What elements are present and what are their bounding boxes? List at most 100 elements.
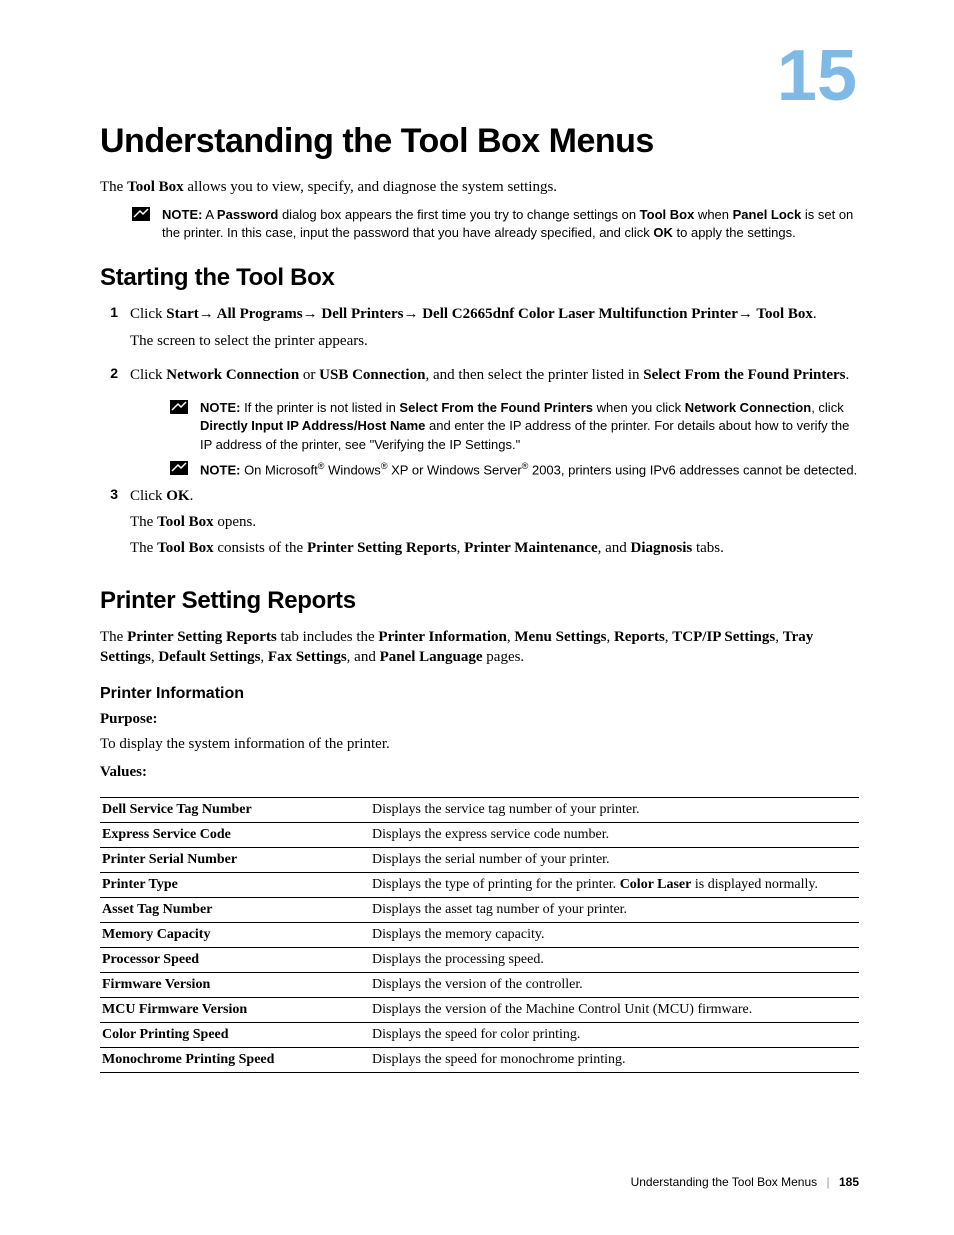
table-row: MCU Firmware VersionDisplays the version…	[100, 998, 859, 1023]
printer-info-table: Dell Service Tag NumberDisplays the serv…	[100, 797, 859, 1073]
table-key: Printer Type	[100, 873, 370, 898]
text: .	[813, 306, 817, 322]
step-item: 1 Click Start→ All Programs→ Dell Printe…	[100, 304, 859, 357]
text: opens.	[214, 514, 257, 530]
ok-term: OK	[653, 225, 673, 240]
term: Printer Setting Reports	[127, 629, 277, 645]
term: TCP/IP Settings	[672, 629, 775, 645]
step-body: Click Start→ All Programs→ Dell Printers…	[130, 304, 859, 357]
term: Menu Settings	[514, 629, 606, 645]
network-term: Network Connection	[166, 367, 299, 383]
note-text: NOTE: On Microsoft® Windows® XP or Windo…	[200, 460, 859, 480]
table-value: Displays the version of the Machine Cont…	[370, 998, 859, 1023]
password-term: Password	[217, 207, 278, 222]
text: ,	[260, 649, 268, 665]
table-key: Firmware Version	[100, 973, 370, 998]
note-text: NOTE: If the printer is not listed in Se…	[200, 399, 859, 454]
chapter-number: 15	[100, 40, 859, 112]
select-term: Select From the Found Printers	[399, 400, 593, 415]
step-subtext: The Tool Box consists of the Printer Set…	[130, 538, 859, 558]
arrow-icon: →	[303, 305, 318, 322]
table-value: Displays the type of printing for the pr…	[370, 873, 859, 898]
usb-term: USB Connection	[319, 367, 425, 383]
table-key: Express Service Code	[100, 823, 370, 848]
text: Click	[130, 306, 166, 322]
section-heading-reports: Printer Setting Reports	[100, 587, 859, 615]
arrow-icon: →	[738, 305, 753, 322]
note-label: NOTE:	[200, 462, 240, 477]
toolbox-term: Tool Box	[753, 306, 813, 322]
text: .	[190, 488, 194, 504]
term: Panel Language	[380, 649, 483, 665]
table-row: Asset Tag NumberDisplays the asset tag n…	[100, 898, 859, 923]
table-value: Displays the serial number of your print…	[370, 848, 859, 873]
text: pages.	[483, 649, 525, 665]
text: dialog box appears the first time you tr…	[278, 207, 639, 222]
start-term: Start	[166, 306, 199, 322]
note-icon	[132, 207, 152, 226]
table-value: Displays the memory capacity.	[370, 923, 859, 948]
text: tabs.	[692, 540, 724, 556]
text: , and	[598, 540, 631, 556]
page-footer: Understanding the Tool Box Menus | 185	[631, 1175, 859, 1189]
table-value: Displays the express service code number…	[370, 823, 859, 848]
step-item: 3 Click OK. The Tool Box opens. The Tool…	[100, 486, 859, 565]
step-subtext: The Tool Box opens.	[130, 512, 859, 532]
text: ,	[606, 629, 614, 645]
toolbox-term: Tool Box	[640, 207, 695, 222]
table-key: Monochrome Printing Speed	[100, 1048, 370, 1073]
table-row: Express Service CodeDisplays the express…	[100, 823, 859, 848]
dellprinters-term: Dell Printers	[318, 306, 404, 322]
term: Reports	[614, 629, 665, 645]
text: , and then select the printer listed in	[425, 367, 643, 383]
arrow-icon: →	[199, 305, 214, 322]
text: consists of the	[214, 540, 307, 556]
ok-term: OK	[166, 488, 189, 504]
table-value: Displays the asset tag number of your pr…	[370, 898, 859, 923]
table-value: Displays the version of the controller.	[370, 973, 859, 998]
allprograms-term: All Programs	[214, 306, 303, 322]
text: XP or Windows Server	[388, 462, 522, 477]
panel-lock-term: Panel Lock	[733, 207, 802, 222]
note-text: NOTE: A Password dialog box appears the …	[162, 206, 859, 242]
text: or	[299, 367, 319, 383]
section-heading-starting: Starting the Tool Box	[100, 264, 859, 292]
step-text: Click Network Connection or USB Connecti…	[130, 365, 859, 385]
text: , and	[347, 649, 380, 665]
maintenance-term: Printer Maintenance	[464, 540, 597, 556]
document-page: 15 Understanding the Tool Box Menus The …	[0, 0, 954, 1113]
table-value: Displays the processing speed.	[370, 948, 859, 973]
step-item: 2 Click Network Connection or USB Connec…	[100, 365, 859, 391]
values-label: Values:	[100, 764, 859, 781]
text: when	[694, 207, 732, 222]
note-icon	[170, 461, 190, 480]
table-key: Memory Capacity	[100, 923, 370, 948]
text: to apply the settings.	[673, 225, 796, 240]
note-label: NOTE:	[162, 207, 202, 222]
text: tab includes the	[277, 629, 379, 645]
text: when you click	[593, 400, 685, 415]
footer-separator: |	[827, 1175, 830, 1189]
step-number: 1	[100, 304, 130, 357]
subsection-heading: Printer Information	[100, 685, 859, 703]
table-key: Dell Service Tag Number	[100, 798, 370, 823]
text: , click	[811, 400, 844, 415]
term: Printer Information	[378, 629, 506, 645]
text: On Microsoft	[240, 462, 317, 477]
step-number: 2	[100, 365, 130, 391]
table-value: Displays the speed for color printing.	[370, 1023, 859, 1048]
table-row: Printer TypeDisplays the type of printin…	[100, 873, 859, 898]
arrow-icon: →	[403, 305, 418, 322]
text: The	[100, 179, 127, 195]
table-key: Color Printing Speed	[100, 1023, 370, 1048]
step-number: 3	[100, 486, 130, 565]
page-number: 185	[839, 1175, 859, 1189]
text: Click	[130, 367, 166, 383]
select-term: Select From the Found Printers	[643, 367, 845, 383]
table-row: Monochrome Printing SpeedDisplays the sp…	[100, 1048, 859, 1073]
table-key: MCU Firmware Version	[100, 998, 370, 1023]
text: If the printer is not listed in	[240, 400, 399, 415]
note-label: NOTE:	[200, 400, 240, 415]
text: Click	[130, 488, 166, 504]
term: Default Settings	[158, 649, 260, 665]
